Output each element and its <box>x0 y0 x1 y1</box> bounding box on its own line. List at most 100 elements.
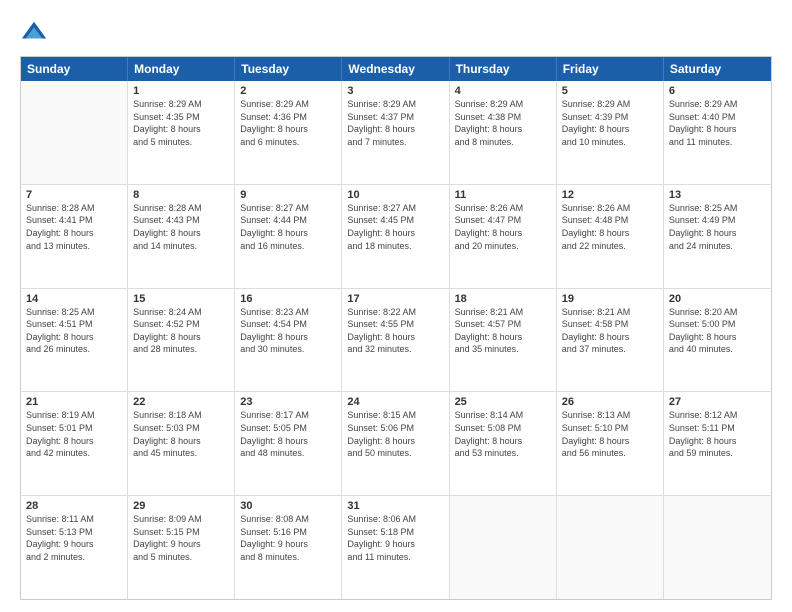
calendar-header-friday: Friday <box>557 57 664 81</box>
page: SundayMondayTuesdayWednesdayThursdayFrid… <box>0 0 792 612</box>
day-info: Sunrise: 8:26 AMSunset: 4:48 PMDaylight:… <box>562 202 658 252</box>
calendar-body: 1Sunrise: 8:29 AMSunset: 4:35 PMDaylight… <box>21 81 771 599</box>
day-info: Sunrise: 8:21 AMSunset: 4:58 PMDaylight:… <box>562 306 658 356</box>
day-number: 17 <box>347 293 443 305</box>
day-number: 2 <box>240 85 336 97</box>
day-info: Sunrise: 8:18 AMSunset: 5:03 PMDaylight:… <box>133 409 229 459</box>
day-info: Sunrise: 8:27 AMSunset: 4:44 PMDaylight:… <box>240 202 336 252</box>
day-info: Sunrise: 8:29 AMSunset: 4:36 PMDaylight:… <box>240 98 336 148</box>
calendar-cell-w5-d2: 29Sunrise: 8:09 AMSunset: 5:15 PMDayligh… <box>128 496 235 599</box>
calendar-header: SundayMondayTuesdayWednesdayThursdayFrid… <box>21 57 771 81</box>
calendar-cell-w2-d4: 10Sunrise: 8:27 AMSunset: 4:45 PMDayligh… <box>342 185 449 288</box>
day-info: Sunrise: 8:11 AMSunset: 5:13 PMDaylight:… <box>26 513 122 563</box>
calendar-cell-w3-d1: 14Sunrise: 8:25 AMSunset: 4:51 PMDayligh… <box>21 289 128 392</box>
calendar-header-tuesday: Tuesday <box>235 57 342 81</box>
logo <box>20 18 52 46</box>
calendar-cell-w2-d5: 11Sunrise: 8:26 AMSunset: 4:47 PMDayligh… <box>450 185 557 288</box>
calendar-header-saturday: Saturday <box>664 57 771 81</box>
calendar-cell-w3-d5: 18Sunrise: 8:21 AMSunset: 4:57 PMDayligh… <box>450 289 557 392</box>
day-number: 12 <box>562 189 658 201</box>
logo-icon <box>20 18 48 46</box>
day-number: 28 <box>26 500 122 512</box>
calendar-cell-w3-d6: 19Sunrise: 8:21 AMSunset: 4:58 PMDayligh… <box>557 289 664 392</box>
day-info: Sunrise: 8:08 AMSunset: 5:16 PMDaylight:… <box>240 513 336 563</box>
day-info: Sunrise: 8:29 AMSunset: 4:37 PMDaylight:… <box>347 98 443 148</box>
day-info: Sunrise: 8:27 AMSunset: 4:45 PMDaylight:… <box>347 202 443 252</box>
calendar-cell-w5-d7 <box>664 496 771 599</box>
day-number: 9 <box>240 189 336 201</box>
day-info: Sunrise: 8:23 AMSunset: 4:54 PMDaylight:… <box>240 306 336 356</box>
day-number: 19 <box>562 293 658 305</box>
day-info: Sunrise: 8:29 AMSunset: 4:40 PMDaylight:… <box>669 98 766 148</box>
day-info: Sunrise: 8:29 AMSunset: 4:35 PMDaylight:… <box>133 98 229 148</box>
header <box>20 18 772 46</box>
calendar-cell-w3-d4: 17Sunrise: 8:22 AMSunset: 4:55 PMDayligh… <box>342 289 449 392</box>
day-number: 10 <box>347 189 443 201</box>
calendar-cell-w4-d6: 26Sunrise: 8:13 AMSunset: 5:10 PMDayligh… <box>557 392 664 495</box>
calendar-cell-w1-d4: 3Sunrise: 8:29 AMSunset: 4:37 PMDaylight… <box>342 81 449 184</box>
day-number: 21 <box>26 396 122 408</box>
day-number: 29 <box>133 500 229 512</box>
calendar-cell-w1-d7: 6Sunrise: 8:29 AMSunset: 4:40 PMDaylight… <box>664 81 771 184</box>
day-info: Sunrise: 8:25 AMSunset: 4:49 PMDaylight:… <box>669 202 766 252</box>
day-number: 6 <box>669 85 766 97</box>
calendar-cell-w4-d3: 23Sunrise: 8:17 AMSunset: 5:05 PMDayligh… <box>235 392 342 495</box>
day-number: 20 <box>669 293 766 305</box>
day-info: Sunrise: 8:22 AMSunset: 4:55 PMDaylight:… <box>347 306 443 356</box>
calendar-cell-w2-d6: 12Sunrise: 8:26 AMSunset: 4:48 PMDayligh… <box>557 185 664 288</box>
calendar-cell-w5-d3: 30Sunrise: 8:08 AMSunset: 5:16 PMDayligh… <box>235 496 342 599</box>
day-info: Sunrise: 8:15 AMSunset: 5:06 PMDaylight:… <box>347 409 443 459</box>
calendar-cell-w2-d1: 7Sunrise: 8:28 AMSunset: 4:41 PMDaylight… <box>21 185 128 288</box>
calendar-cell-w2-d3: 9Sunrise: 8:27 AMSunset: 4:44 PMDaylight… <box>235 185 342 288</box>
day-number: 11 <box>455 189 551 201</box>
day-info: Sunrise: 8:19 AMSunset: 5:01 PMDaylight:… <box>26 409 122 459</box>
day-info: Sunrise: 8:29 AMSunset: 4:39 PMDaylight:… <box>562 98 658 148</box>
day-number: 23 <box>240 396 336 408</box>
day-number: 30 <box>240 500 336 512</box>
calendar-week-3: 14Sunrise: 8:25 AMSunset: 4:51 PMDayligh… <box>21 289 771 393</box>
day-info: Sunrise: 8:21 AMSunset: 4:57 PMDaylight:… <box>455 306 551 356</box>
calendar-cell-w2-d2: 8Sunrise: 8:28 AMSunset: 4:43 PMDaylight… <box>128 185 235 288</box>
calendar-cell-w4-d5: 25Sunrise: 8:14 AMSunset: 5:08 PMDayligh… <box>450 392 557 495</box>
calendar-cell-w4-d2: 22Sunrise: 8:18 AMSunset: 5:03 PMDayligh… <box>128 392 235 495</box>
day-number: 25 <box>455 396 551 408</box>
calendar-header-wednesday: Wednesday <box>342 57 449 81</box>
calendar-cell-w2-d7: 13Sunrise: 8:25 AMSunset: 4:49 PMDayligh… <box>664 185 771 288</box>
day-number: 18 <box>455 293 551 305</box>
calendar-cell-w5-d6 <box>557 496 664 599</box>
day-info: Sunrise: 8:29 AMSunset: 4:38 PMDaylight:… <box>455 98 551 148</box>
day-info: Sunrise: 8:24 AMSunset: 4:52 PMDaylight:… <box>133 306 229 356</box>
calendar-cell-w3-d3: 16Sunrise: 8:23 AMSunset: 4:54 PMDayligh… <box>235 289 342 392</box>
calendar-cell-w4-d7: 27Sunrise: 8:12 AMSunset: 5:11 PMDayligh… <box>664 392 771 495</box>
day-number: 1 <box>133 85 229 97</box>
day-number: 27 <box>669 396 766 408</box>
day-number: 3 <box>347 85 443 97</box>
day-number: 16 <box>240 293 336 305</box>
calendar-cell-w1-d5: 4Sunrise: 8:29 AMSunset: 4:38 PMDaylight… <box>450 81 557 184</box>
day-number: 31 <box>347 500 443 512</box>
day-info: Sunrise: 8:06 AMSunset: 5:18 PMDaylight:… <box>347 513 443 563</box>
calendar-week-4: 21Sunrise: 8:19 AMSunset: 5:01 PMDayligh… <box>21 392 771 496</box>
day-number: 14 <box>26 293 122 305</box>
day-info: Sunrise: 8:25 AMSunset: 4:51 PMDaylight:… <box>26 306 122 356</box>
calendar-cell-w5-d5 <box>450 496 557 599</box>
calendar-header-sunday: Sunday <box>21 57 128 81</box>
day-number: 15 <box>133 293 229 305</box>
day-number: 4 <box>455 85 551 97</box>
day-info: Sunrise: 8:26 AMSunset: 4:47 PMDaylight:… <box>455 202 551 252</box>
day-number: 7 <box>26 189 122 201</box>
day-info: Sunrise: 8:17 AMSunset: 5:05 PMDaylight:… <box>240 409 336 459</box>
calendar-week-1: 1Sunrise: 8:29 AMSunset: 4:35 PMDaylight… <box>21 81 771 185</box>
calendar-week-5: 28Sunrise: 8:11 AMSunset: 5:13 PMDayligh… <box>21 496 771 599</box>
calendar-cell-w1-d2: 1Sunrise: 8:29 AMSunset: 4:35 PMDaylight… <box>128 81 235 184</box>
day-number: 22 <box>133 396 229 408</box>
day-number: 13 <box>669 189 766 201</box>
day-number: 24 <box>347 396 443 408</box>
calendar-header-monday: Monday <box>128 57 235 81</box>
day-info: Sunrise: 8:12 AMSunset: 5:11 PMDaylight:… <box>669 409 766 459</box>
day-number: 8 <box>133 189 229 201</box>
calendar-cell-w3-d2: 15Sunrise: 8:24 AMSunset: 4:52 PMDayligh… <box>128 289 235 392</box>
day-number: 5 <box>562 85 658 97</box>
calendar: SundayMondayTuesdayWednesdayThursdayFrid… <box>20 56 772 600</box>
calendar-cell-w1-d3: 2Sunrise: 8:29 AMSunset: 4:36 PMDaylight… <box>235 81 342 184</box>
